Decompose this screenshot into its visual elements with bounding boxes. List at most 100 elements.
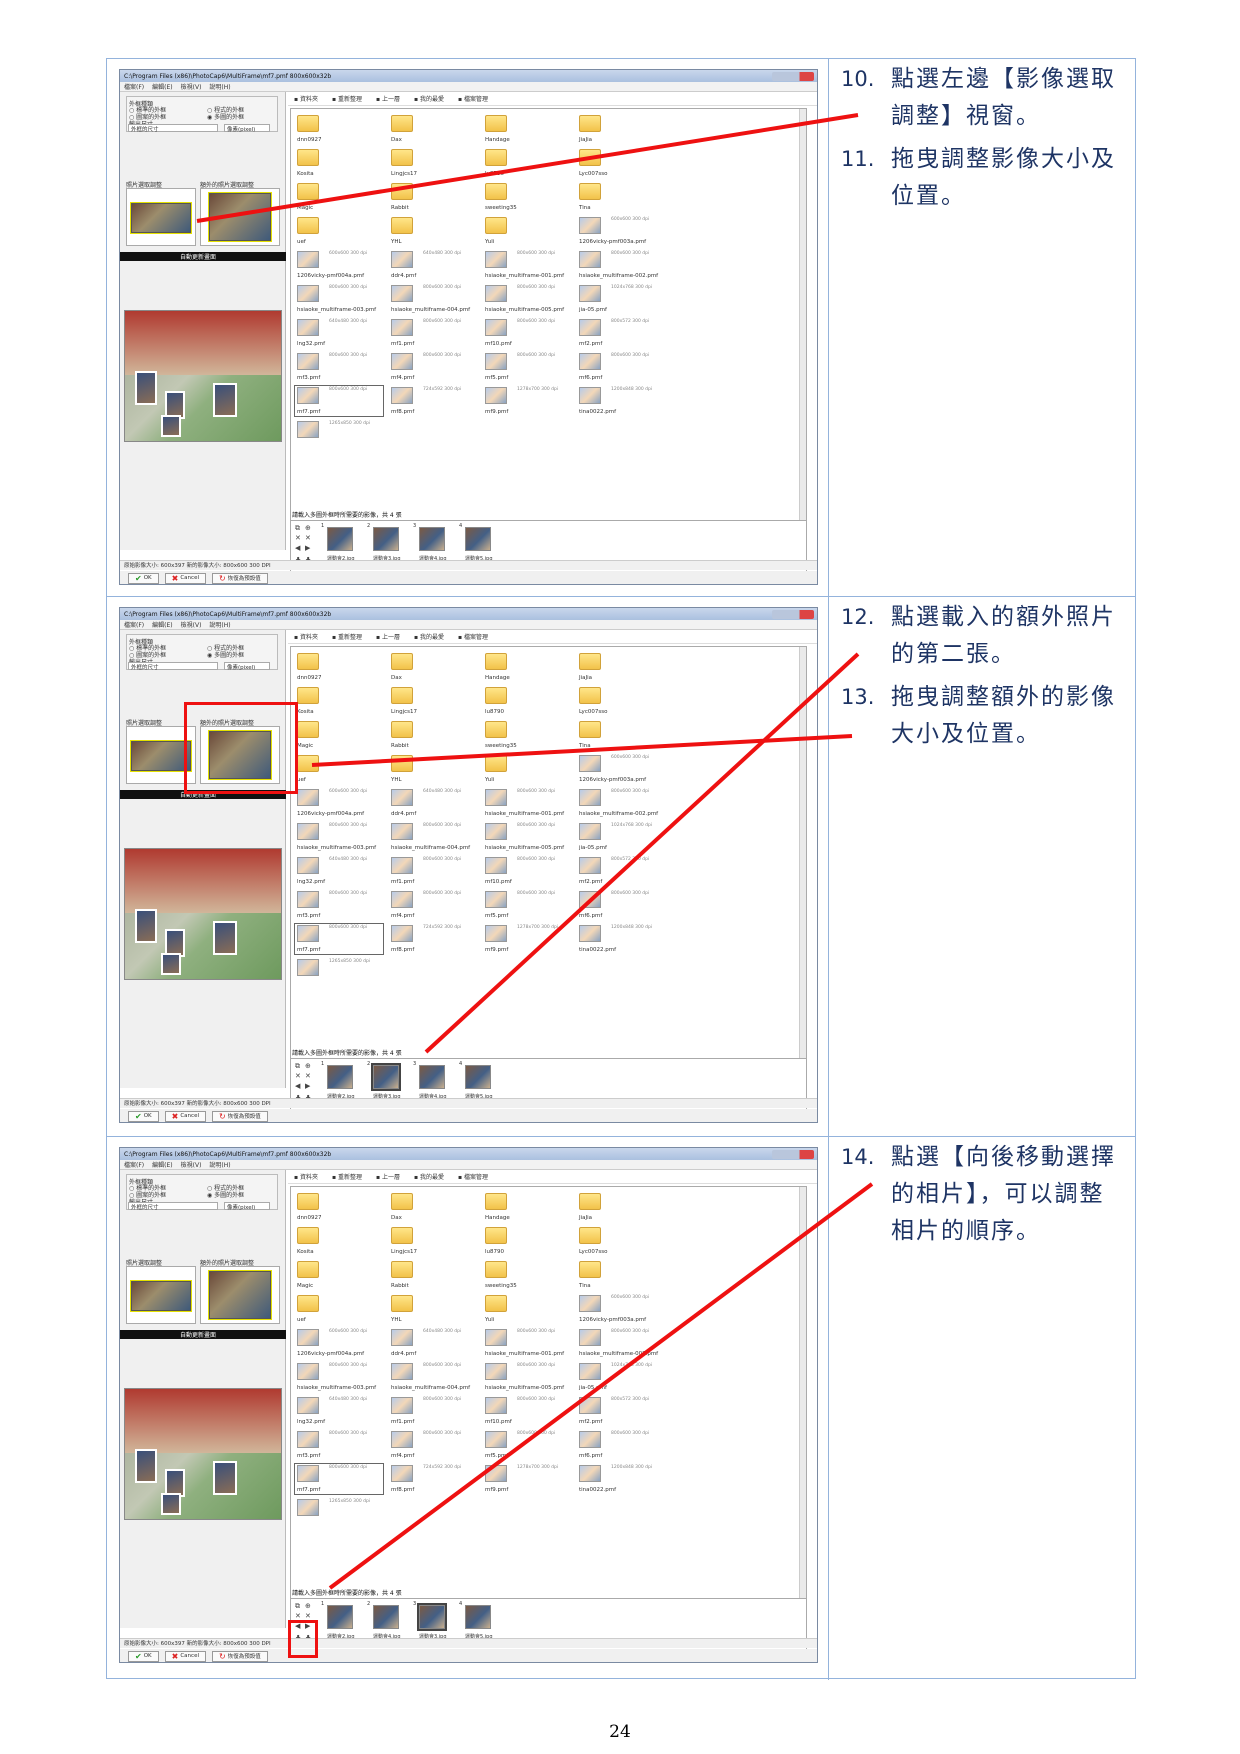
folder-icon[interactable]	[485, 1261, 507, 1278]
menu-item[interactable]: 說明(H)	[209, 1160, 230, 1169]
ok-button[interactable]: ✔ OK	[128, 1650, 159, 1662]
folder-icon[interactable]	[297, 1295, 319, 1312]
file-name[interactable]: 1206vicky-pmf004a.pmf	[297, 1351, 364, 1357]
folder-icon[interactable]	[391, 1193, 413, 1210]
toolbar-button[interactable]: ▪ 資料夾	[294, 1172, 318, 1181]
file-name[interactable]: hsiaoke_multiframe-003.pmf	[297, 845, 376, 851]
file-name[interactable]: mf4.pmf	[391, 1453, 414, 1459]
file-thumbnail[interactable]	[485, 353, 507, 370]
file-thumbnail[interactable]	[579, 387, 601, 404]
file-scrollbar[interactable]	[799, 109, 806, 527]
folder-icon[interactable]	[485, 183, 507, 200]
file-thumbnail[interactable]	[391, 891, 413, 908]
file-name[interactable]: mf3.pmf	[297, 913, 320, 919]
file-name[interactable]: Handage	[485, 675, 510, 681]
file-name[interactable]: Tina	[579, 743, 591, 749]
toolbar-button[interactable]: ▪ 我的最愛	[414, 94, 444, 103]
window-controls[interactable]	[772, 609, 814, 619]
photo-adjust-image[interactable]	[130, 1280, 192, 1312]
file-name[interactable]: lu8790	[485, 171, 504, 177]
file-name[interactable]: hsiaoke_multiframe-004.pmf	[391, 845, 470, 851]
folder-icon[interactable]	[297, 183, 319, 200]
file-name[interactable]: sweeting35	[485, 205, 517, 211]
strip-thumbnail[interactable]	[465, 1065, 491, 1089]
file-name[interactable]: dnn0927	[297, 675, 321, 681]
clear-icon[interactable]: ✕	[305, 1613, 312, 1620]
menu-item[interactable]: 編輯(E)	[152, 1160, 172, 1169]
cancel-button[interactable]: ✖ Cancel	[164, 1650, 206, 1662]
add-icon[interactable]: ⊕	[305, 525, 312, 532]
file-thumbnail[interactable]	[485, 891, 507, 908]
file-name[interactable]: mf6.pmf	[579, 1453, 602, 1459]
file-thumbnail[interactable]	[391, 353, 413, 370]
file-name[interactable]: Lingjcs17	[391, 1249, 417, 1255]
file-name[interactable]: Dax	[391, 675, 402, 681]
folder-icon[interactable]	[297, 721, 319, 738]
toolbar-button[interactable]: ▪ 重新整理	[332, 632, 362, 641]
folder-icon[interactable]	[391, 217, 413, 234]
file-thumbnail[interactable]	[297, 1329, 319, 1346]
folder-icon[interactable]	[297, 653, 319, 670]
file-name[interactable]: mf4.pmf	[391, 913, 414, 919]
file-thumbnail[interactable]	[391, 1363, 413, 1380]
extra-adjust-box[interactable]	[200, 188, 280, 246]
file-name[interactable]: tina0022.pmf	[579, 409, 616, 415]
file-name[interactable]: Kosita	[297, 709, 314, 715]
file-name[interactable]: Yuli	[485, 239, 494, 245]
file-name[interactable]: hsiaoke_multiframe-004.pmf	[391, 1385, 470, 1391]
folder-icon[interactable]	[391, 1261, 413, 1278]
menu-item[interactable]: 檢視(V)	[181, 1160, 202, 1169]
strip-thumbnail[interactable]	[419, 527, 445, 551]
file-thumbnail[interactable]	[579, 891, 601, 908]
toolbar-button[interactable]: ▪ 重新整理	[332, 94, 362, 103]
reset-button[interactable]: ↻ 恢復為預設值	[211, 572, 268, 584]
file-name[interactable]: hsiaoke_multiframe-001.pmf	[485, 1351, 564, 1357]
toolbar-button[interactable]: ▪ 重新整理	[332, 1172, 362, 1181]
file-name[interactable]: hsiaoke_multiframe-002.pmf	[579, 1351, 658, 1357]
file-name[interactable]: tina0022.pmf	[579, 1487, 616, 1493]
file-thumbnail[interactable]	[297, 1397, 319, 1414]
strip-thumbnail[interactable]	[327, 1605, 353, 1629]
file-thumbnail[interactable]	[579, 823, 601, 840]
unit-select[interactable]: 像素(pixel)	[224, 662, 270, 671]
frame-type-radio[interactable]: ◉ 多圖的外框	[207, 112, 244, 121]
file-name[interactable]: Rabbit	[391, 743, 409, 749]
file-name[interactable]: mf5.pmf	[485, 913, 508, 919]
file-thumbnail[interactable]	[391, 857, 413, 874]
file-name[interactable]: JiaJia	[579, 1215, 592, 1221]
file-name[interactable]: Kosita	[297, 1249, 314, 1255]
window-controls[interactable]	[772, 71, 814, 81]
folder-icon[interactable]	[297, 217, 319, 234]
file-thumbnail[interactable]	[297, 891, 319, 908]
file-thumbnail[interactable]	[485, 857, 507, 874]
menu-item[interactable]: 檔案(F)	[124, 82, 144, 91]
file-thumbnail[interactable]	[579, 319, 601, 336]
folder-icon[interactable]	[579, 149, 601, 166]
file-name[interactable]: lu8790	[485, 1249, 504, 1255]
file-name[interactable]: mf10.pmf	[485, 879, 512, 885]
open-icon[interactable]: ⧉	[295, 525, 302, 532]
file-name[interactable]: Tina	[579, 205, 591, 211]
file-name[interactable]: mf5.pmf	[485, 1453, 508, 1459]
file-name[interactable]: Lingjcs17	[391, 171, 417, 177]
file-name[interactable]: mf10.pmf	[485, 341, 512, 347]
ok-button[interactable]: ✔ OK	[128, 1110, 159, 1122]
file-name[interactable]: 1206vicky-pmf003a.pmf	[579, 239, 646, 245]
unit-select[interactable]: 像素(pixel)	[224, 124, 270, 133]
open-icon[interactable]: ⧉	[295, 1063, 302, 1070]
file-thumbnail[interactable]	[297, 823, 319, 840]
folder-icon[interactable]	[297, 1193, 319, 1210]
file-name[interactable]: hsiaoke_multiframe-001.pmf	[485, 273, 564, 279]
folder-icon[interactable]	[579, 1261, 601, 1278]
file-thumbnail[interactable]	[391, 387, 413, 404]
file-name[interactable]: uef	[297, 777, 306, 783]
menu-item[interactable]: 說明(H)	[209, 82, 230, 91]
strip-thumbnail[interactable]	[465, 527, 491, 551]
file-name[interactable]: sweeting35	[485, 1283, 517, 1289]
folder-icon[interactable]	[391, 183, 413, 200]
frame-type-radio[interactable]: ◉ 多圖的外框	[207, 1190, 244, 1199]
file-scrollbar[interactable]	[799, 647, 806, 1065]
folder-icon[interactable]	[579, 1193, 601, 1210]
file-name[interactable]: jia-05.pmf	[579, 845, 607, 851]
menu-item[interactable]: 檔案(F)	[124, 1160, 144, 1169]
